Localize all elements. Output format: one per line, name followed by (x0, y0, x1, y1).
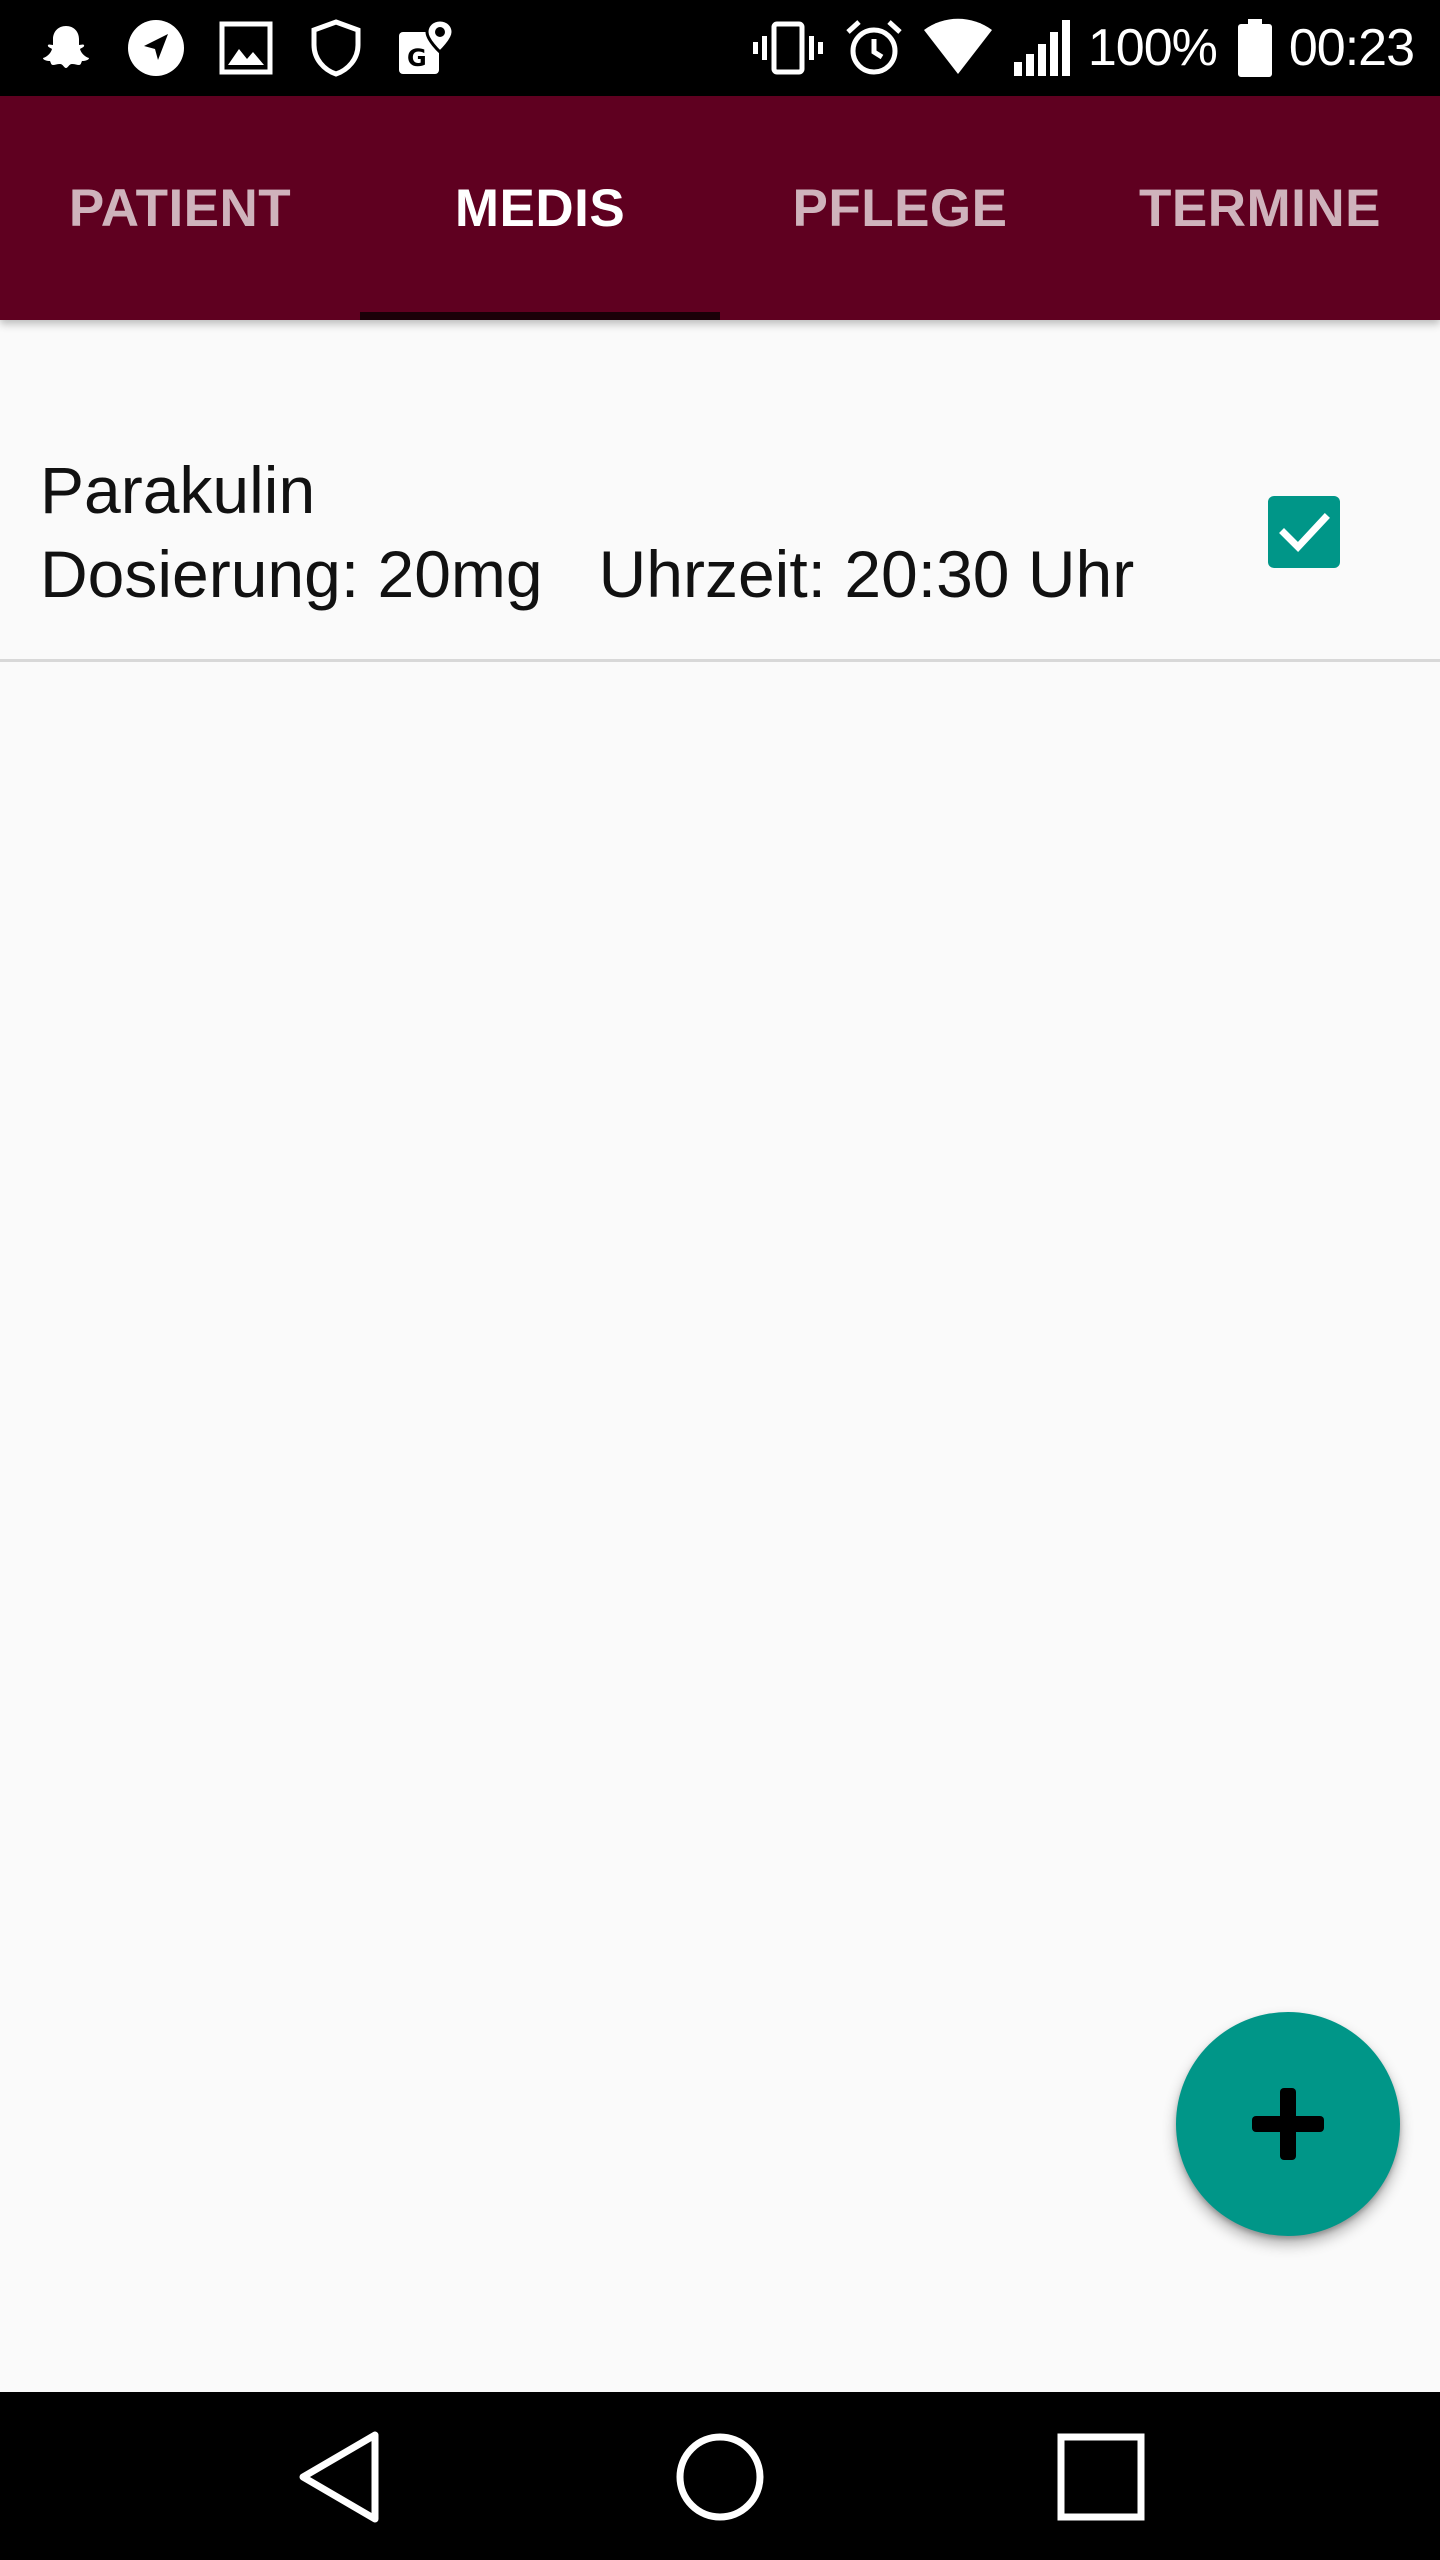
status-bar: G 100% 00:23 (0, 0, 1440, 96)
medication-taken-checkbox[interactable] (1268, 496, 1340, 568)
navigation-bar (0, 2392, 1440, 2560)
tab-pflege[interactable]: PFLEGE (720, 96, 1080, 320)
status-bar-notifications: G (36, 18, 486, 78)
screen: G 100% 00:23 PATIENT MEDIS PFLEGE TERMIN… (0, 0, 1440, 2560)
medication-details: Dosierung: 20mg Uhrzeit: 20:30 Uhr (40, 536, 1134, 612)
recents-icon (1057, 2433, 1145, 2521)
navigation-arrow-icon (126, 18, 186, 78)
status-time: 00:23 (1288, 19, 1415, 77)
home-icon (676, 2433, 764, 2521)
image-icon (216, 18, 276, 78)
tab-medis[interactable]: MEDIS (360, 96, 720, 320)
wifi-icon (922, 18, 994, 78)
battery-percent: 100% (1087, 19, 1218, 77)
back-button[interactable] (285, 2422, 395, 2532)
signal-icon (1012, 18, 1074, 78)
status-bar-system: 100% 00:23 (732, 18, 1415, 78)
battery-icon (1235, 18, 1275, 78)
vibrate-icon (750, 18, 826, 78)
tab-bar: PATIENT MEDIS PFLEGE TERMINE (0, 96, 1440, 320)
medication-dosage: Dosierung: 20mg (40, 537, 543, 611)
home-button[interactable] (665, 2422, 775, 2532)
shield-icon (306, 18, 366, 78)
tab-patient[interactable]: PATIENT (0, 96, 360, 320)
alarm-icon (844, 18, 904, 78)
check-icon (1279, 513, 1330, 553)
tab-indicator (360, 312, 720, 320)
maps-pin-icon: G (396, 18, 456, 78)
add-medication-button[interactable] (1176, 2012, 1400, 2236)
svg-text:G: G (407, 44, 427, 72)
tab-medis-label: MEDIS (454, 178, 626, 238)
recents-button[interactable] (1046, 2422, 1156, 2532)
medication-name: Parakulin (40, 453, 316, 527)
snapchat-icon (36, 18, 96, 78)
plus-icon (1252, 2088, 1324, 2160)
tab-termine[interactable]: TERMINE (1080, 96, 1440, 320)
back-icon (299, 2431, 379, 2523)
medication-time: Uhrzeit: 20:30 Uhr (598, 537, 1135, 611)
medication-list-item[interactable]: Parakulin Dosierung: 20mg Uhrzeit: 20:30 … (0, 420, 1440, 662)
